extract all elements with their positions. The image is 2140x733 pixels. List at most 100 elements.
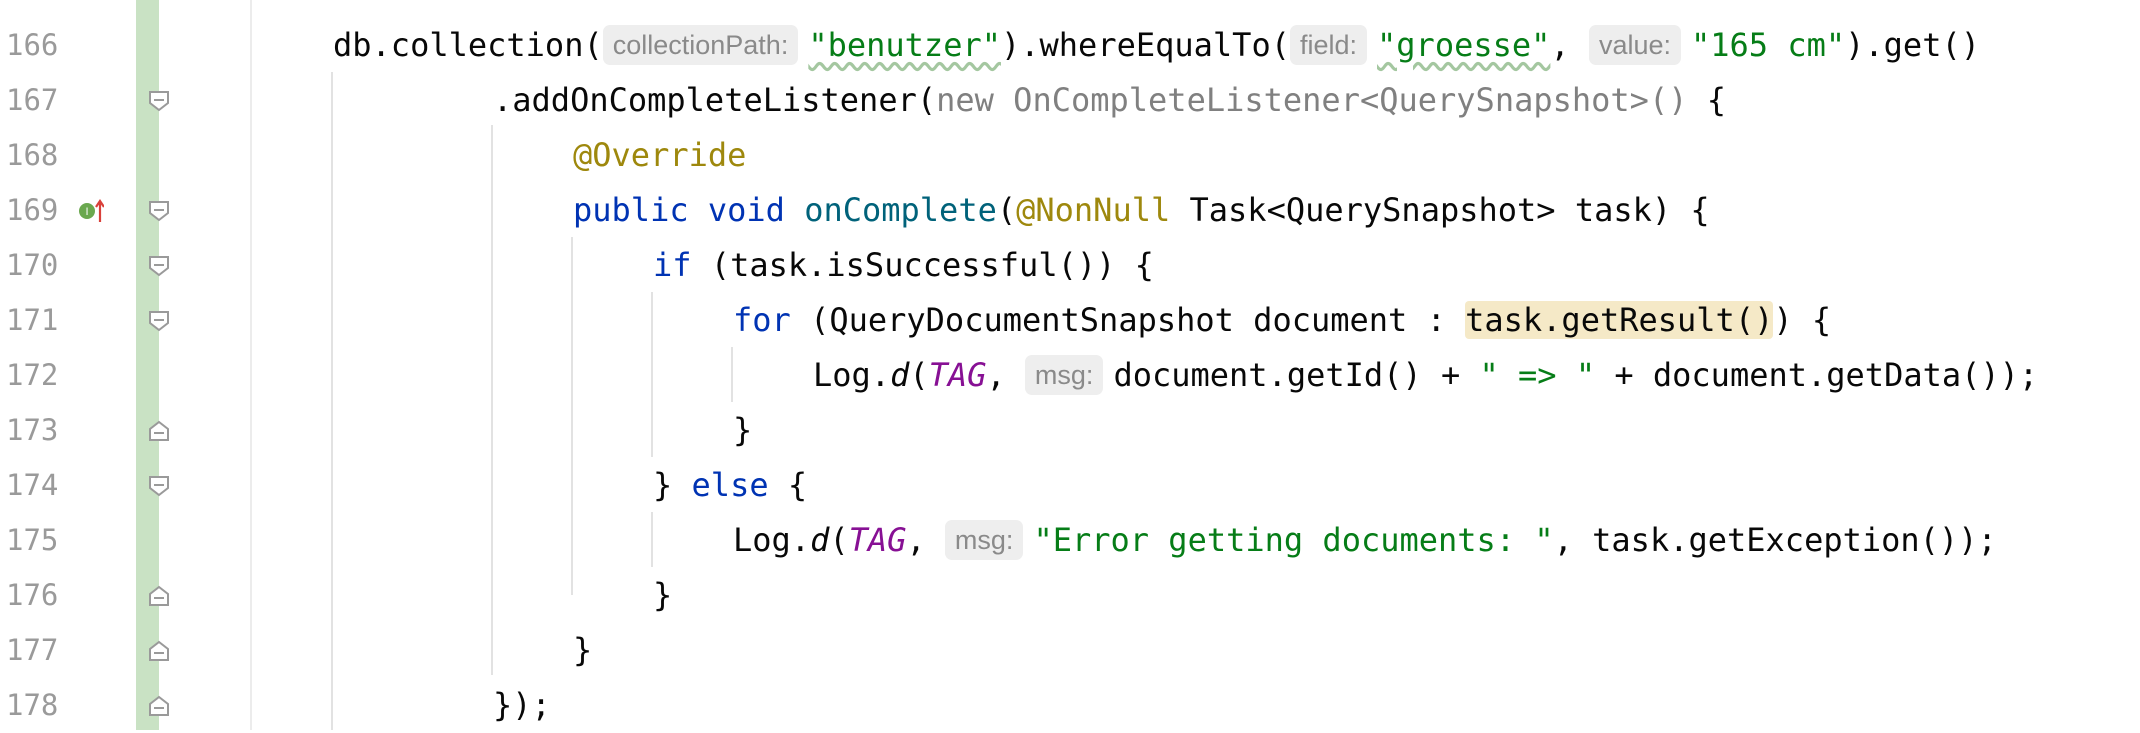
code-text[interactable]: public void onComplete(@NonNull Task<Que… bbox=[573, 183, 1710, 238]
code-token: ).get() bbox=[1845, 26, 1980, 64]
code-text[interactable]: } bbox=[573, 623, 592, 678]
code-line[interactable]: 177} bbox=[0, 623, 2140, 678]
code-line[interactable]: 170 if (task.isSuccessful()) { bbox=[0, 238, 2140, 293]
line-number[interactable]: 176 bbox=[6, 568, 86, 623]
fold-open-icon[interactable] bbox=[147, 474, 171, 498]
code-token: (QueryDocumentSnapshot document : bbox=[790, 301, 1466, 339]
code-token: ).whereEqualTo( bbox=[1000, 26, 1290, 64]
code-token: "benutzer" bbox=[808, 26, 1001, 64]
code-line[interactable]: 169 Ipublic void onComplete(@NonNull Task… bbox=[0, 183, 2140, 238]
code-token: task.getResult() bbox=[1465, 301, 1774, 339]
code-token: ( bbox=[909, 356, 929, 394]
code-token: "165 cm" bbox=[1691, 26, 1846, 64]
code-token: @Override bbox=[573, 136, 747, 174]
line-number[interactable]: 172 bbox=[6, 348, 86, 403]
code-token: d bbox=[810, 521, 830, 559]
code-token: , bbox=[986, 356, 1025, 394]
code-token: new OnCompleteListener<QuerySnapshot>() bbox=[936, 81, 1707, 119]
code-text[interactable]: if (task.isSuccessful()) { bbox=[653, 238, 1154, 293]
code-line[interactable]: 176} bbox=[0, 568, 2140, 623]
code-token: TAG bbox=[848, 521, 907, 559]
code-token: } bbox=[733, 411, 753, 449]
code-text[interactable]: db.collection(collectionPath: "benutzer")… bbox=[333, 18, 1980, 73]
line-number[interactable]: 177 bbox=[6, 623, 86, 678]
code-token: } bbox=[653, 466, 692, 504]
code-token: for bbox=[733, 301, 791, 339]
code-token: TAG bbox=[928, 356, 987, 394]
code-token: (task.isSuccessful()) { bbox=[691, 246, 1154, 284]
code-token: onComplete bbox=[804, 191, 997, 229]
line-number[interactable]: 166 bbox=[6, 18, 86, 73]
code-token: + document.getData()); bbox=[1595, 356, 2039, 394]
fold-end-icon[interactable] bbox=[147, 694, 171, 718]
line-number[interactable]: 167 bbox=[6, 73, 86, 128]
line-number[interactable]: 171 bbox=[6, 293, 86, 348]
code-line[interactable]: 178}); bbox=[0, 678, 2140, 733]
code-text[interactable]: } else { bbox=[653, 458, 807, 513]
code-token: db.collection( bbox=[333, 26, 603, 64]
code-token: }); bbox=[493, 686, 551, 724]
fold-open-icon[interactable] bbox=[147, 254, 171, 278]
fold-end-icon[interactable] bbox=[147, 419, 171, 443]
parameter-hint: msg: bbox=[1024, 355, 1104, 395]
code-token: } bbox=[573, 631, 593, 669]
fold-end-icon[interactable] bbox=[147, 584, 171, 608]
code-token: " => " bbox=[1479, 356, 1596, 394]
code-token: Log. bbox=[733, 521, 811, 559]
code-line[interactable]: 175 Log.d(TAG, msg: "Error getting documen… bbox=[0, 513, 2140, 568]
code-line[interactable]: 174} else { bbox=[0, 458, 2140, 513]
fold-open-icon[interactable] bbox=[147, 89, 171, 113]
code-token: { bbox=[768, 466, 808, 504]
svg-text:I: I bbox=[85, 206, 88, 218]
line-number[interactable]: 173 bbox=[6, 403, 86, 458]
code-token: document.getId() + bbox=[1113, 356, 1480, 394]
line-number[interactable]: 170 bbox=[6, 238, 86, 293]
code-token: .addOnCompleteListener( bbox=[493, 81, 937, 119]
line-number[interactable]: 174 bbox=[6, 458, 86, 513]
code-token: { bbox=[1706, 81, 1726, 119]
parameter-hint: field: bbox=[1289, 25, 1368, 65]
parameter-hint: msg: bbox=[944, 520, 1024, 560]
code-line[interactable]: 171 for (QueryDocumentSnapshot document :… bbox=[0, 293, 2140, 348]
code-token: @NonNull bbox=[1016, 191, 1171, 229]
parameter-hint: value: bbox=[1588, 25, 1681, 65]
line-number[interactable]: 168 bbox=[6, 128, 86, 183]
code-token: , bbox=[906, 521, 945, 559]
code-token: public void bbox=[573, 191, 805, 229]
code-text[interactable]: @Override bbox=[573, 128, 746, 183]
parameter-hint: collectionPath: bbox=[602, 25, 799, 65]
code-text[interactable]: }); bbox=[493, 678, 551, 733]
code-token: Task<QuerySnapshot> task) { bbox=[1170, 191, 1710, 229]
code-token: } bbox=[653, 576, 673, 614]
code-token: ( bbox=[829, 521, 849, 559]
code-text[interactable]: } bbox=[653, 568, 672, 623]
code-line[interactable]: 167 .addOnCompleteListener(new OnComplete… bbox=[0, 73, 2140, 128]
code-line[interactable]: 168 @Override bbox=[0, 128, 2140, 183]
code-token: ) { bbox=[1773, 301, 1832, 339]
implementing-method-icon[interactable]: I bbox=[78, 198, 104, 224]
code-line[interactable]: 173} bbox=[0, 403, 2140, 458]
fold-open-icon[interactable] bbox=[147, 199, 171, 223]
line-number[interactable]: 178 bbox=[6, 678, 86, 733]
code-text[interactable]: for (QueryDocumentSnapshot document : ta… bbox=[733, 293, 1831, 348]
code-text[interactable]: Log.d(TAG, msg: "Error getting documents:… bbox=[733, 513, 1997, 568]
code-token: , bbox=[1550, 26, 1589, 64]
code-token: else bbox=[691, 466, 769, 504]
code-line[interactable]: 172 Log.d(TAG, msg: document.getId() + " =… bbox=[0, 348, 2140, 403]
code-text[interactable]: } bbox=[733, 403, 752, 458]
code-token: "groesse" bbox=[1377, 26, 1551, 64]
code-text[interactable]: .addOnCompleteListener(new OnCompleteLis… bbox=[493, 73, 1726, 128]
code-token: , task.getException()); bbox=[1553, 521, 1997, 559]
code-token: "Error getting documents: " bbox=[1033, 521, 1554, 559]
fold-end-icon[interactable] bbox=[147, 639, 171, 663]
code-token: if bbox=[653, 246, 692, 284]
code-token: Log. bbox=[813, 356, 891, 394]
code-line[interactable]: 166 db.collection(collectionPath: "benutze… bbox=[0, 18, 2140, 73]
code-token: d bbox=[890, 356, 910, 394]
code-token: ( bbox=[996, 191, 1017, 229]
fold-open-icon[interactable] bbox=[147, 309, 171, 333]
code-text[interactable]: Log.d(TAG, msg: document.getId() + " => "… bbox=[813, 348, 2038, 403]
line-number[interactable]: 169 bbox=[6, 183, 86, 238]
code-editor[interactable]: 166 db.collection(collectionPath: "benutze… bbox=[0, 0, 2140, 730]
line-number[interactable]: 175 bbox=[6, 513, 86, 568]
